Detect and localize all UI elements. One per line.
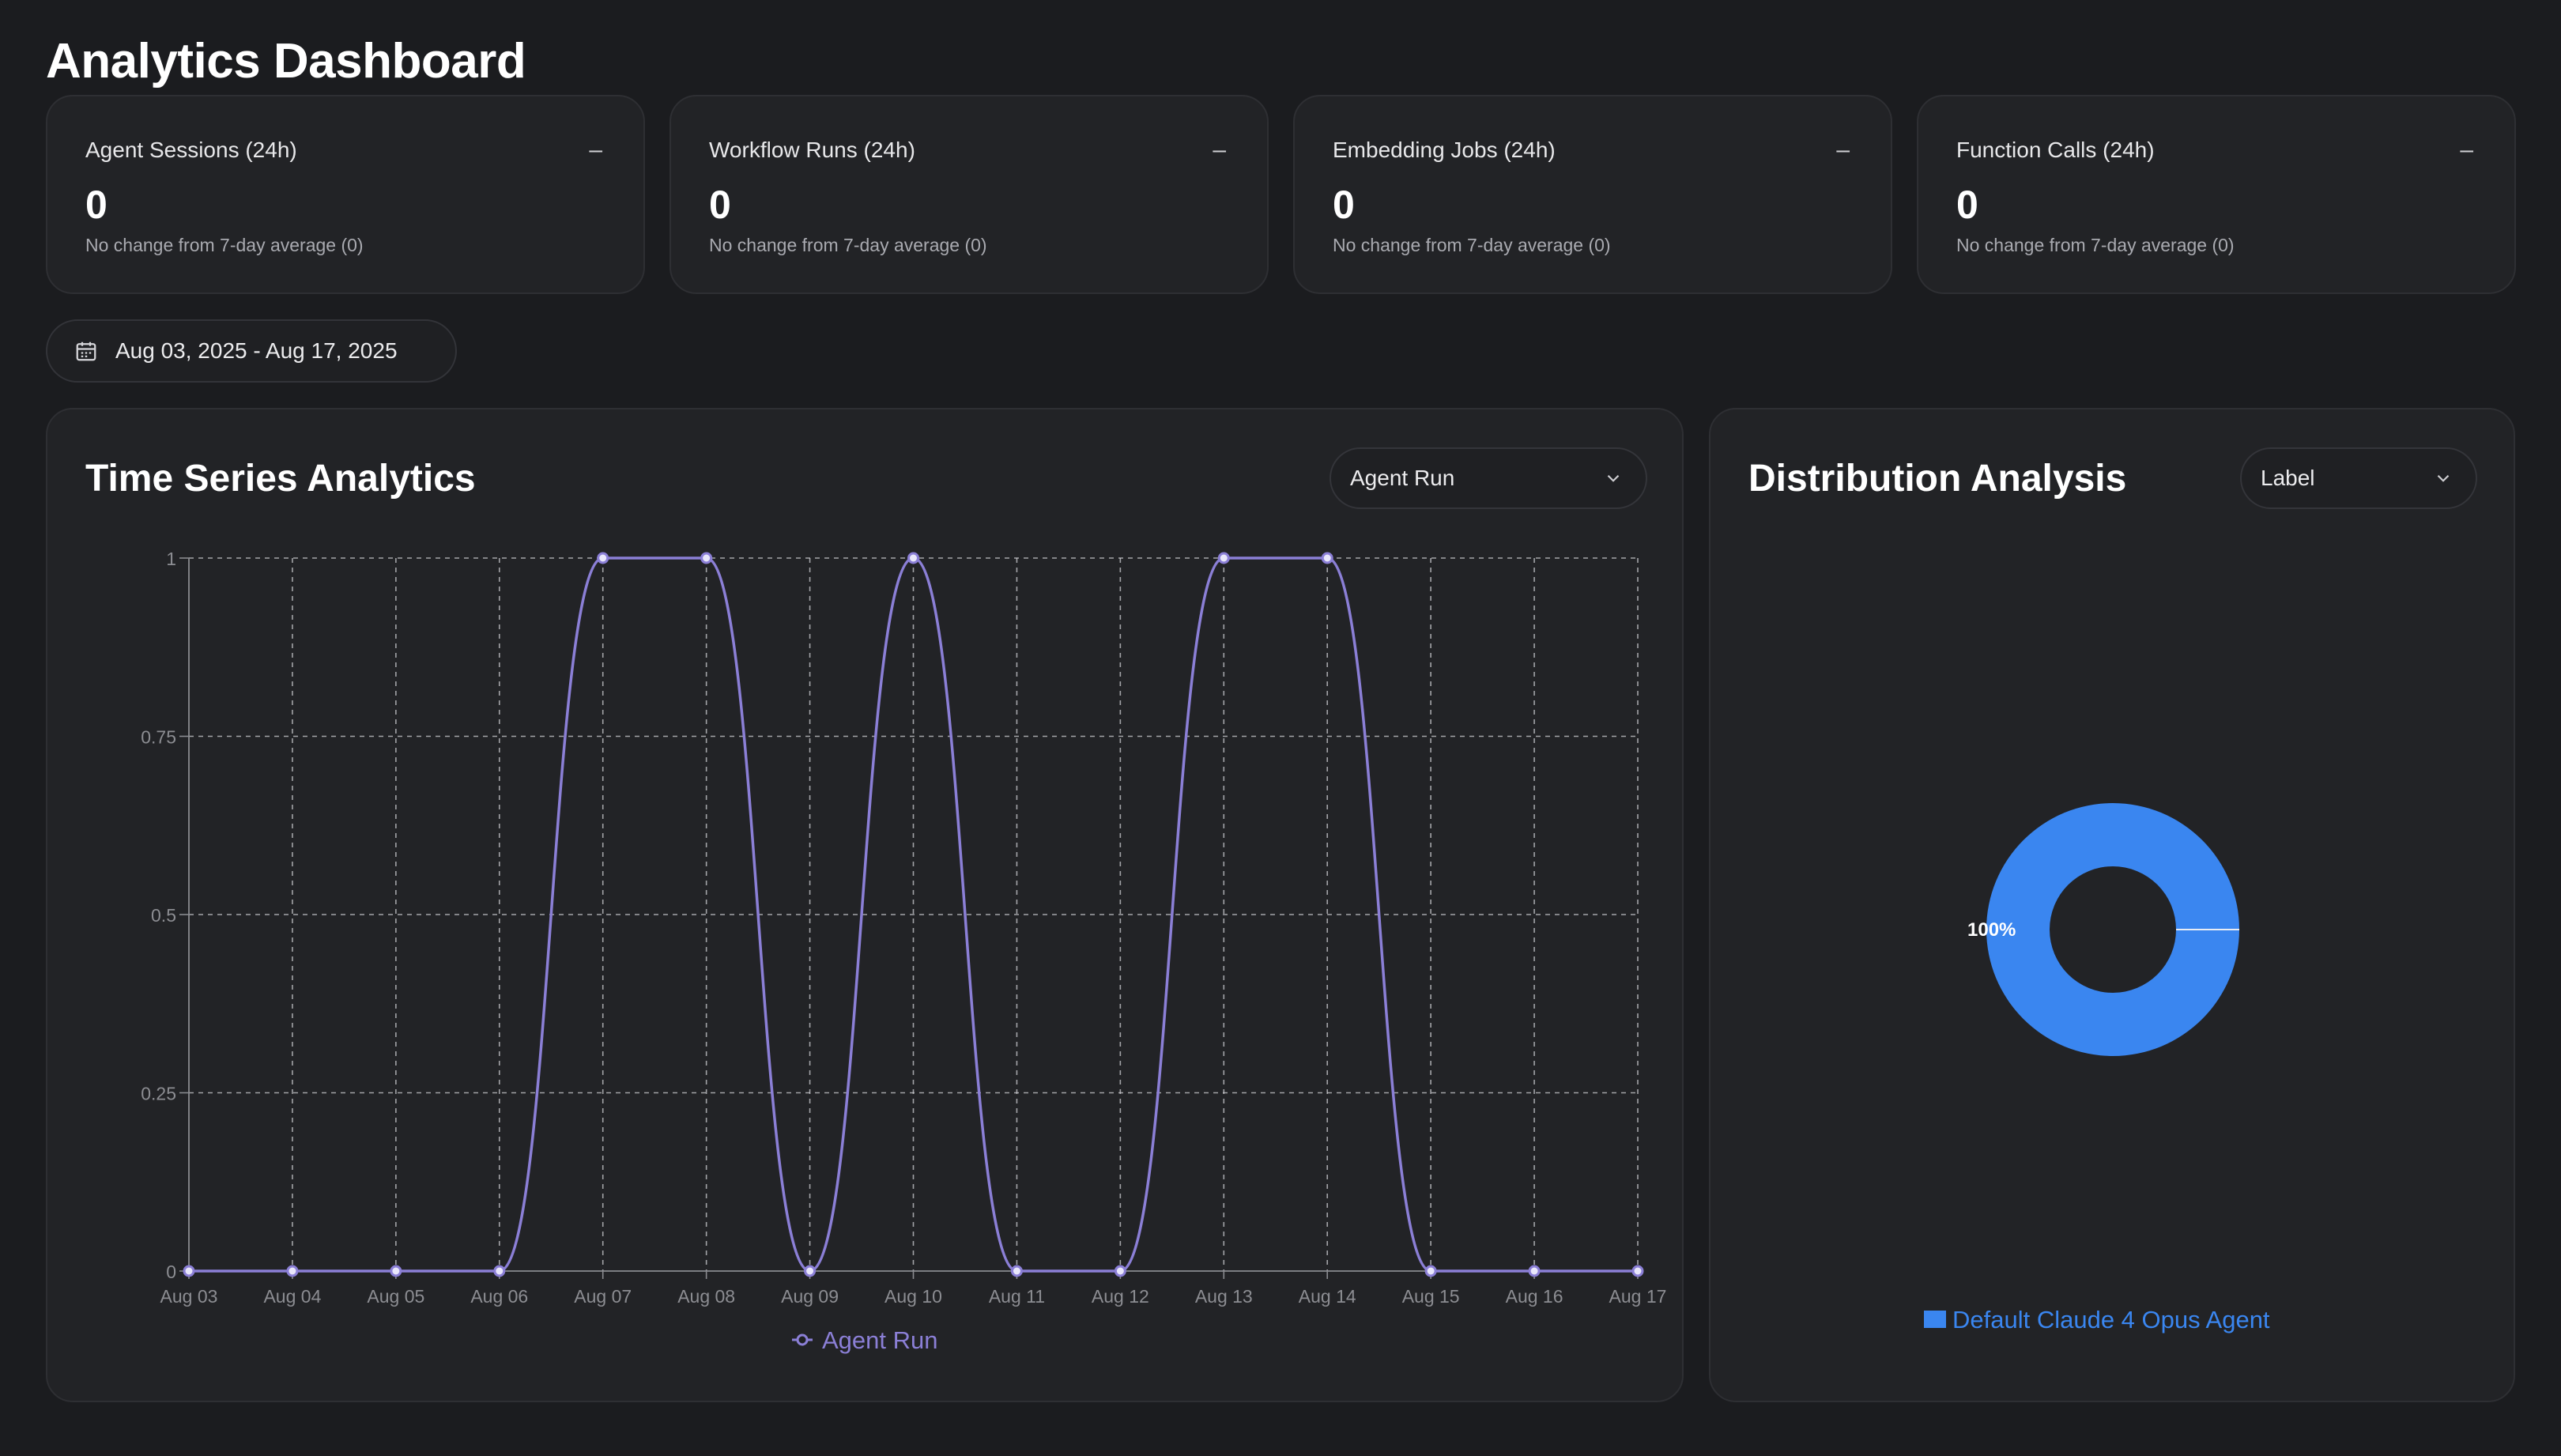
stat-title: Agent Sessions (24h) [85,138,297,162]
y-tick-label: 0.75 [141,727,176,748]
x-tick-label: Aug 04 [263,1286,321,1307]
x-tick-label: Aug 17 [1609,1286,1667,1307]
calendar-icon [74,339,98,363]
data-point [390,1265,402,1277]
data-point [183,1265,195,1277]
data-point [907,552,919,564]
legend-point-marker [796,1333,809,1346]
stat-value: 0 [709,183,731,227]
data-point [493,1265,506,1277]
stat-title: Workflow Runs (24h) [709,138,915,162]
x-tick-label: Aug 03 [160,1286,218,1307]
distribution-donut-chart: 100% Default Claude 4 Opus Agent [1924,803,2270,1333]
y-tick-label: 1 [166,549,176,569]
x-tick-label: Aug 10 [884,1286,942,1307]
x-tick-label: Aug 07 [574,1286,632,1307]
data-point [1010,1265,1023,1277]
x-tick-label: Aug 11 [989,1286,1045,1307]
data-point [1114,1265,1126,1277]
x-tick-label: Aug 13 [1195,1286,1253,1307]
time-series-panel: Time Series Analytics Agent Run 0 0.25 0.5… [46,408,1684,1402]
legend-label: Default Claude 4 Opus Agent [1952,1306,2270,1333]
donut-legend: Default Claude 4 Opus Agent [1924,1306,2270,1333]
stat-card-agent-sessions: Agent Sessions (24h) – 0 No change from … [46,95,645,294]
legend-label: Agent Run [822,1326,938,1354]
data-point [1631,1265,1644,1277]
x-tick-label: Aug 09 [781,1286,839,1307]
stat-card-workflow-runs: Workflow Runs (24h) – 0 No change from 7… [669,95,1269,294]
x-tick-label: Aug 08 [677,1286,735,1307]
x-tick-label: Aug 06 [470,1286,528,1307]
y-tick-label: 0.5 [151,905,176,926]
stat-value: 0 [85,183,107,227]
x-tick-label: Aug 15 [1402,1286,1460,1307]
trend-neutral-icon: – [1213,137,1226,163]
date-range-label: Aug 03, 2025 - Aug 17, 2025 [115,338,398,363]
chart-legend: Agent Run [792,1326,938,1354]
data-point [1217,552,1230,564]
slice-percent-label: 100% [1967,919,2016,941]
data-point [1424,1265,1437,1277]
stat-subtitle: No change from 7-day average (0) [1956,235,2235,255]
stat-title: Function Calls (24h) [1956,138,2155,162]
time-series-chart: 0 0.25 0.5 0.75 1 Aug 03 Aug 04 Aug 05 Aug 06 Aug… [141,549,1667,1354]
x-tick-label: Aug 05 [367,1286,424,1307]
stat-card-function-calls: Function Calls (24h) – 0 No change from … [1917,95,2516,294]
x-tick-label: Aug 14 [1299,1286,1356,1307]
data-point [286,1265,299,1277]
trend-neutral-icon: – [589,137,602,163]
date-range-picker[interactable]: Aug 03, 2025 - Aug 17, 2025 [46,319,457,383]
y-tick-label: 0 [166,1262,176,1282]
data-point [1321,552,1333,564]
stat-subtitle: No change from 7-day average (0) [85,235,364,255]
legend-swatch [1924,1311,1946,1328]
data-point [700,552,713,564]
stat-title: Embedding Jobs (24h) [1333,138,1556,162]
stat-card-embedding-jobs: Embedding Jobs (24h) – 0 No change from … [1293,95,1892,294]
stat-subtitle: No change from 7-day average (0) [1333,235,1611,255]
stat-subtitle: No change from 7-day average (0) [709,235,987,255]
stat-value: 0 [1956,183,1978,227]
y-tick-label: 0.25 [141,1084,176,1104]
x-tick-label: Aug 12 [1092,1286,1149,1307]
chart-grid [179,557,1639,1279]
stat-value: 0 [1333,183,1355,227]
page-title: Analytics Dashboard [46,34,526,89]
trend-neutral-icon: – [2460,137,2473,163]
trend-neutral-icon: – [1836,137,1850,163]
distribution-panel: Distribution Analysis Label 100% Default … [1709,408,2515,1402]
x-tick-label: Aug 16 [1506,1286,1563,1307]
data-point [597,552,609,564]
data-point [1528,1265,1541,1277]
data-point [804,1265,817,1277]
